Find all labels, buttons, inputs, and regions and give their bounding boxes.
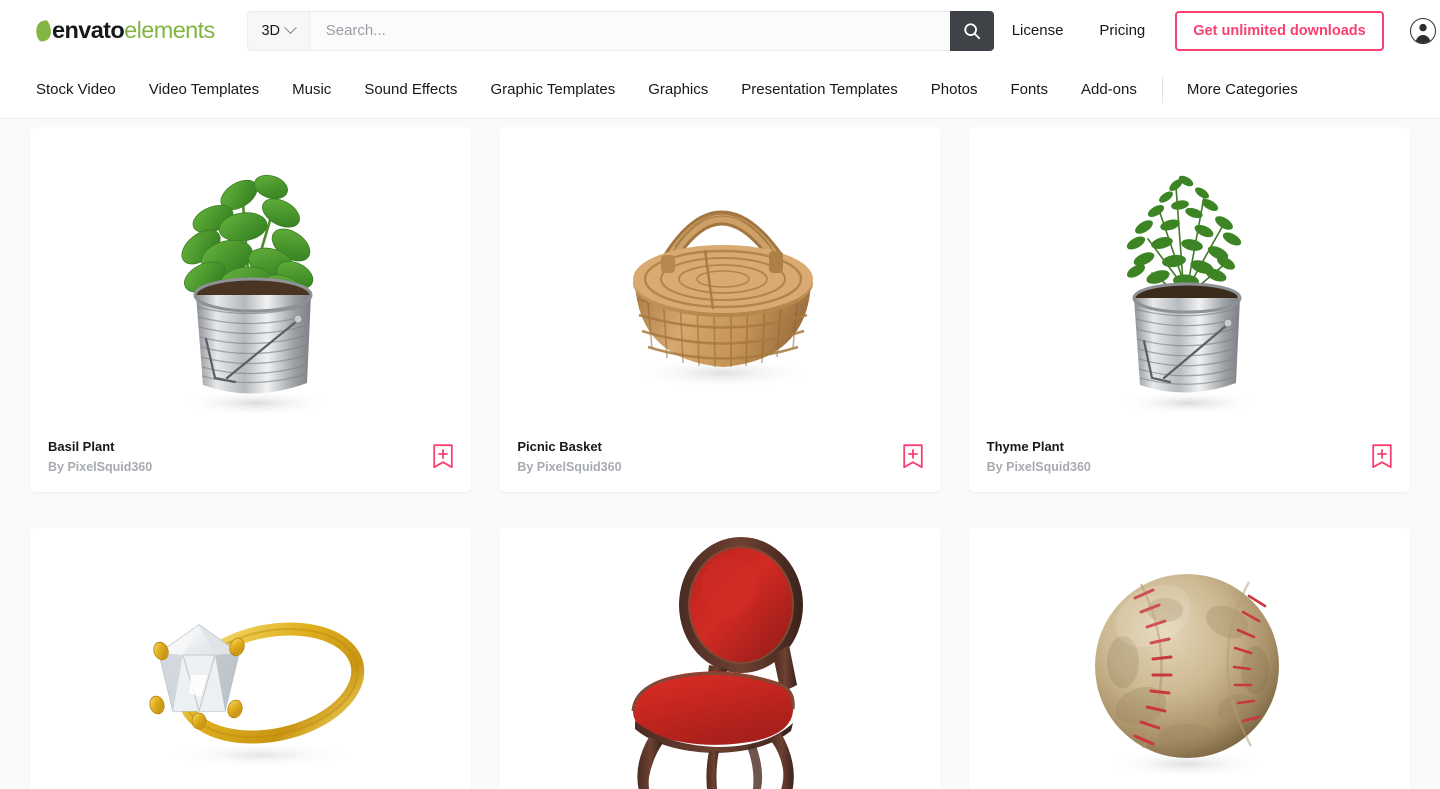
results-grid-row-1: Basil Plant By PixelSquid360 Picnic Bask… — [0, 119, 1440, 492]
nav-item-music[interactable]: Music — [292, 81, 331, 98]
nav-item-photos[interactable]: Photos — [931, 81, 978, 98]
add-to-collection-button[interactable] — [902, 438, 923, 474]
card-thumbnail[interactable] — [30, 528, 472, 789]
card-meta: Basil Plant By PixelSquid360 — [48, 438, 152, 476]
card-thumbnail[interactable] — [30, 127, 472, 432]
search-category-label: 3D — [261, 22, 280, 39]
nav-item-stock-video[interactable]: Stock Video — [36, 81, 116, 98]
header-actions: License Pricing Get unlimited downloads — [994, 10, 1440, 51]
result-card[interactable] — [30, 528, 472, 789]
card-title: Picnic Basket — [517, 439, 602, 454]
basil-plant-image — [177, 174, 334, 416]
card-footer: Basil Plant By PixelSquid360 — [30, 432, 471, 492]
card-thumbnail[interactable] — [968, 127, 1410, 432]
card-title: Thyme Plant — [986, 439, 1064, 454]
result-card[interactable] — [968, 528, 1410, 789]
bookmark-plus-icon — [1372, 444, 1392, 469]
card-footer: Picnic Basket By PixelSquid360 — [499, 432, 940, 492]
result-card[interactable] — [499, 528, 941, 789]
vintage-baseball-image — [1095, 574, 1280, 778]
result-card[interactable]: Thyme Plant By PixelSquid360 — [968, 127, 1410, 492]
card-footer: Thyme Plant By PixelSquid360 — [969, 432, 1410, 492]
bookmark-plus-icon — [433, 444, 454, 469]
card-thumbnail[interactable] — [499, 127, 941, 432]
user-avatar-icon — [1415, 23, 1431, 43]
gold-diamond-ring-image — [149, 622, 364, 768]
nav-item-more-categories[interactable]: More Categories — [1187, 81, 1298, 98]
add-to-collection-button[interactable] — [433, 438, 454, 474]
search-icon — [964, 22, 980, 39]
nav-item-add-ons[interactable]: Add-ons — [1081, 81, 1137, 98]
picnic-basket-image — [630, 210, 815, 389]
nav-item-sound-effects[interactable]: Sound Effects — [364, 81, 457, 98]
leaf-icon — [34, 19, 53, 42]
nav-item-fonts[interactable]: Fonts — [1010, 81, 1048, 98]
nav-item-video-templates[interactable]: Video Templates — [149, 81, 259, 98]
category-nav: Stock Video Video Templates Music Sound … — [0, 61, 1440, 119]
results-grid-row-2 — [0, 520, 1440, 789]
card-author: By PixelSquid360 — [48, 459, 153, 474]
logo-word-envato: envato — [52, 16, 125, 43]
card-meta: Picnic Basket By PixelSquid360 — [517, 438, 621, 476]
red-velvet-chair-image — [631, 537, 803, 789]
search-input[interactable] — [308, 10, 950, 51]
card-thumbnail[interactable] — [968, 528, 1410, 789]
add-to-collection-button[interactable] — [1372, 438, 1392, 474]
nav-item-graphic-templates[interactable]: Graphic Templates — [490, 81, 615, 98]
thyme-plant-image — [1117, 175, 1262, 415]
card-title: Basil Plant — [48, 439, 115, 454]
header-link-license[interactable]: License — [994, 22, 1082, 39]
result-card[interactable]: Picnic Basket By PixelSquid360 — [499, 127, 941, 492]
header-link-pricing[interactable]: Pricing — [1081, 22, 1163, 39]
card-meta: Thyme Plant By PixelSquid360 — [987, 438, 1091, 476]
nav-item-graphics[interactable]: Graphics — [648, 81, 708, 98]
bookmark-plus-icon — [902, 444, 923, 469]
chevron-down-icon — [284, 21, 297, 35]
envato-elements-logo[interactable]: envatoelements — [34, 16, 215, 45]
nav-item-presentation-templates[interactable]: Presentation Templates — [741, 81, 897, 98]
nav-divider — [1161, 76, 1163, 103]
search-submit-button[interactable] — [949, 10, 994, 51]
card-author: By PixelSquid360 — [517, 459, 622, 474]
search-category-dropdown[interactable]: 3D — [246, 10, 309, 51]
logo-word-elements: elements — [124, 16, 215, 43]
card-thumbnail[interactable] — [499, 528, 941, 789]
site-header: envatoelements 3D License Pricing Get un… — [0, 0, 1440, 61]
search-bar: 3D — [246, 10, 994, 51]
result-card[interactable]: Basil Plant By PixelSquid360 — [30, 127, 472, 492]
get-unlimited-downloads-button[interactable]: Get unlimited downloads — [1175, 10, 1384, 51]
card-author: By PixelSquid360 — [986, 459, 1091, 474]
user-avatar[interactable] — [1409, 17, 1436, 44]
